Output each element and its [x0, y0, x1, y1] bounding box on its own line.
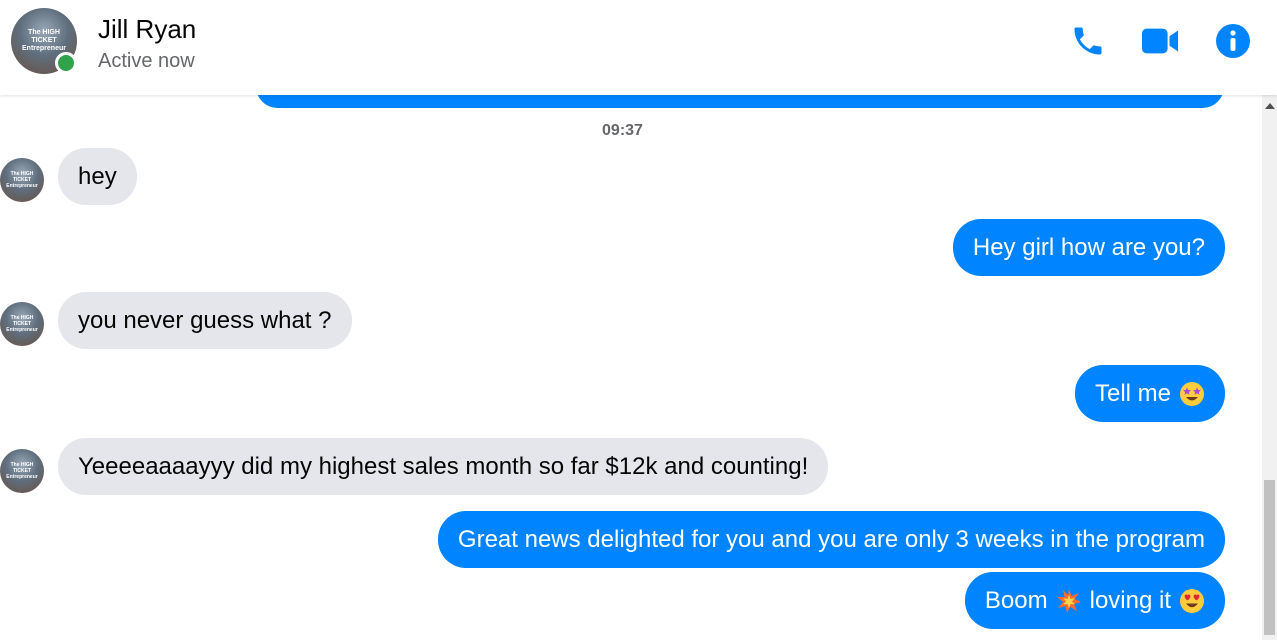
sender-avatar[interactable]: The HIGH TICKET Entrepreneur [0, 158, 44, 202]
vertical-scrollbar[interactable] [1262, 95, 1277, 640]
star-struck-emoji-icon [1180, 381, 1204, 406]
incoming-message-bubble[interactable]: Yeeeeaaaayyy did my highest sales month … [58, 438, 829, 495]
message-timestamp: 09:37 [602, 122, 643, 139]
collision-emoji-icon [1056, 588, 1081, 613]
outgoing-message-bubble[interactable]: Hey girl how are you? [952, 219, 1225, 276]
message-row: Great news delighted for you and you are… [0, 511, 1262, 568]
outgoing-message-bubble[interactable]: Great news delighted for you and you are… [437, 511, 1225, 568]
message-text: Tell me [1094, 379, 1171, 407]
outgoing-message-bubble[interactable]: Tell me [1074, 365, 1225, 422]
message-row: The HIGH TICKET Entrepreneur hey [0, 148, 1262, 205]
message-list[interactable]: 09:37 The HIGH TICKET Entrepreneur hey H… [0, 95, 1262, 640]
message-text: Yeeeeaaaayyy did my highest sales month … [78, 452, 809, 480]
message-row: Tell me [0, 365, 1262, 422]
message-text: hey [78, 162, 117, 190]
sender-avatar[interactable]: The HIGH TICKET Entrepreneur [0, 449, 44, 493]
sender-avatar[interactable]: The HIGH TICKET Entrepreneur [0, 302, 44, 346]
phone-icon[interactable] [1069, 22, 1107, 60]
message-text: Boom [984, 586, 1048, 614]
scroll-up-arrow-icon[interactable] [1265, 103, 1275, 109]
message-row: The HIGH TICKET Entrepreneur you never g… [0, 292, 1262, 349]
scrollbar-thumb[interactable] [1264, 480, 1275, 635]
previous-outgoing-bubble [256, 95, 1224, 108]
message-text: Great news delighted for you and you are… [457, 525, 1205, 553]
message-text: Hey girl how are you? [972, 233, 1205, 261]
message-row: The HIGH TICKET Entrepreneur Yeeeeaaaayy… [0, 438, 1262, 495]
message-text-2: loving it [1089, 586, 1171, 614]
conversation-header: The HIGH TICKET Entrepreneur Jill Ryan A… [0, 0, 1277, 95]
video-camera-icon[interactable] [1141, 22, 1179, 60]
incoming-message-bubble[interactable]: you never guess what ? [58, 292, 352, 349]
message-row: Hey girl how are you? [0, 219, 1262, 276]
incoming-message-bubble[interactable]: hey [58, 148, 137, 205]
contact-status: Active now [98, 50, 195, 72]
contact-name[interactable]: Jill Ryan [98, 14, 196, 45]
info-icon[interactable] [1214, 22, 1252, 60]
online-status-dot [55, 52, 77, 74]
message-row: Boom loving it [0, 572, 1262, 629]
message-text: you never guess what ? [78, 306, 332, 334]
outgoing-message-bubble[interactable]: Boom loving it [964, 572, 1225, 629]
heart-eyes-emoji-icon [1180, 588, 1204, 613]
contact-avatar[interactable]: The HIGH TICKET Entrepreneur [11, 8, 77, 74]
